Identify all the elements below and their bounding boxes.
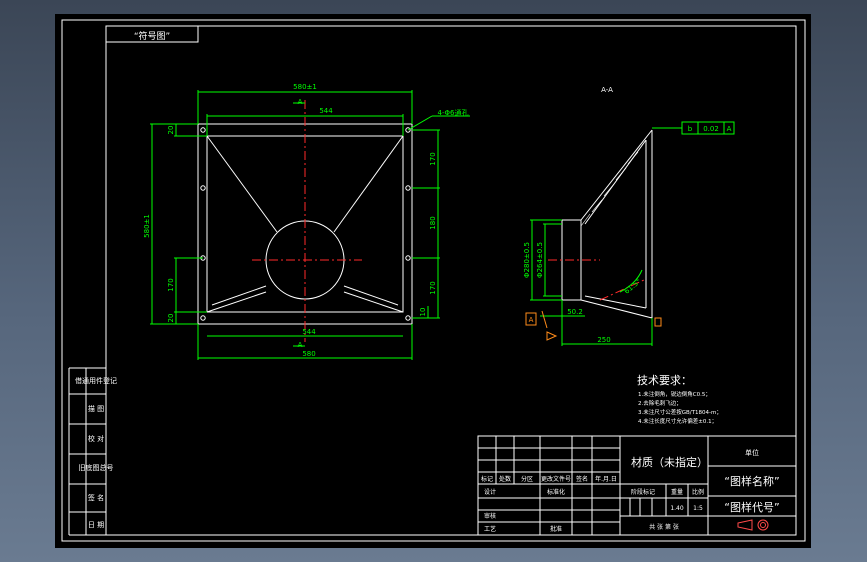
cad-drawing-view: 借通用件登记 描 图 校 对 旧底图总号 签 名 日 期 “符号图” 580±1… <box>55 14 811 548</box>
rev-header: 分区 <box>521 475 533 483</box>
datum-label: A <box>529 316 534 324</box>
dim-left-overall: 580±1 <box>143 214 151 238</box>
standardize-label: 标准化 <box>547 488 565 496</box>
strip-label: 旧底图总号 <box>79 463 114 472</box>
sheets-label: 共 张 第 张 <box>649 523 679 531</box>
tech-req-item: 2.去除毛刺飞边； <box>638 399 682 407</box>
dim-left-top-margin: 20 <box>167 126 175 135</box>
tech-req-item: 4.未注长度尺寸允许偏差±0.1； <box>638 417 717 425</box>
scale-label: 比例 <box>692 488 704 496</box>
dim-side-inner: Φ264±0.5 <box>536 242 544 278</box>
weight-value: 1.40 <box>670 505 684 512</box>
dim-right-mid: 180 <box>429 216 437 229</box>
dim-side-length-1: 50.2 <box>567 308 583 316</box>
process-label: 工艺 <box>484 525 496 533</box>
rev-header: 年.月.日 <box>595 475 617 483</box>
tol-symbol: b <box>688 125 693 133</box>
dim-hole-note: 4-Φ6通孔 <box>438 108 469 117</box>
dim-bottom-inner: 544 <box>302 328 316 336</box>
rev-header: 处数 <box>499 475 511 483</box>
rev-header: 标记 <box>481 475 493 483</box>
design-label: 设计 <box>484 488 496 496</box>
stage-mark-label: 阶段标记 <box>631 488 655 496</box>
dim-side-length-2: 250 <box>597 336 610 344</box>
tech-req-title: 技术要求： <box>637 374 692 387</box>
rev-header: 签名 <box>576 475 588 483</box>
section-a-top: A <box>298 98 303 106</box>
tol-value: 0.02 <box>703 125 719 133</box>
dim-right-top: 170 <box>429 152 437 165</box>
strip-label: 描 图 <box>88 404 104 413</box>
approve-label: 批准 <box>550 525 562 533</box>
weight-label: 重量 <box>671 488 683 496</box>
dim-side-outer: Φ280±0.5 <box>523 242 531 278</box>
material-label: 材质（未指定） <box>631 455 708 469</box>
dim-right-lower: 170 <box>429 281 437 294</box>
dim-left-bottom-margin: 20 <box>167 314 175 323</box>
company-label: 单位 <box>745 448 759 457</box>
strip-label: 日 期 <box>88 521 104 529</box>
symbol-label: “符号图” <box>134 30 170 42</box>
strip-label: 借通用件登记 <box>75 376 117 385</box>
rev-header: 更改文件号 <box>541 475 571 483</box>
tech-req-item: 3.未注尺寸公差按GB/T1804-m； <box>638 408 722 416</box>
dim-right-bottom: 10 <box>419 308 427 317</box>
strip-label: 签 名 <box>88 493 104 502</box>
section-a-bottom: A <box>298 341 303 349</box>
dim-bottom-overall: 580 <box>302 350 315 358</box>
strip-label: 校 对 <box>88 434 104 443</box>
tech-req-item: 1.未注倒角，锐边倒角C0.5； <box>638 390 711 398</box>
section-view-label: A-A <box>601 86 613 94</box>
review-label: 审核 <box>484 512 496 520</box>
tol-datum: A <box>727 125 732 133</box>
drawing-code: “图样代号” <box>724 500 779 514</box>
drawing-name: “图样名称” <box>724 474 779 488</box>
dim-left-lower: 170 <box>167 278 175 291</box>
scale-value: 1:5 <box>693 505 703 512</box>
dim-top-overall: 580±1 <box>293 83 317 91</box>
dim-top-inner: 544 <box>319 107 333 115</box>
